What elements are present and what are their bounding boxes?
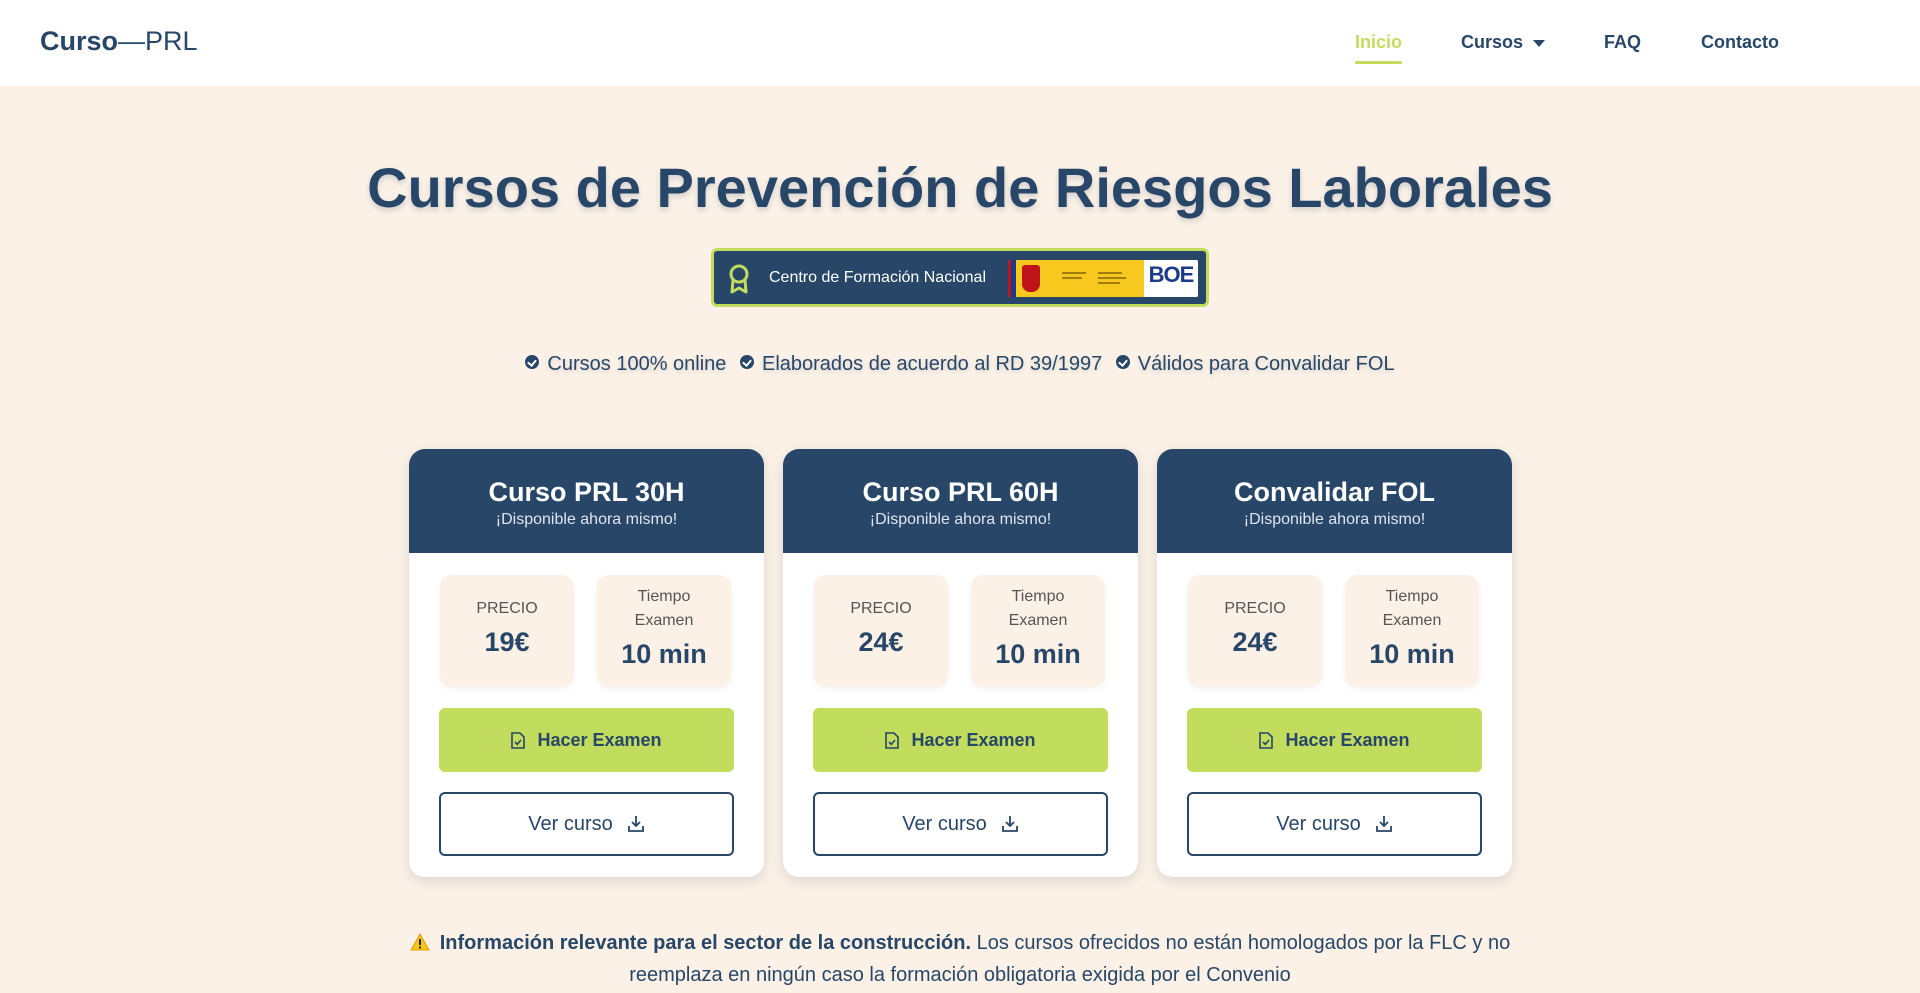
nav-item-faq[interactable]: FAQ (1604, 30, 1641, 54)
price-label: PRECIO (1224, 600, 1286, 617)
download-icon (627, 816, 644, 832)
nav-item-inicio[interactable]: Inicio (1355, 30, 1403, 64)
price-value: 19€ (484, 627, 530, 657)
exam-time-label: Tiempo Examen (634, 588, 694, 629)
course-card-prl-30h: Curso PRL 30H ¡Disponible ahora mismo! P… (409, 449, 764, 877)
badge-text: Centro de Formación Nacional (769, 269, 986, 286)
feature-item: Elaborados de acuerdo al RD 39/1997 (739, 352, 1103, 376)
features-list: Cursos 100% online Elaborados de acuerdo… (0, 352, 1920, 376)
check-circle-icon (525, 355, 540, 369)
boe-logo: BOE (1144, 260, 1198, 297)
feature-label: Elaborados de acuerdo al RD 39/1997 (761, 353, 1103, 375)
exam-time-box: Tiempo Examen 10 min (971, 575, 1105, 687)
feature-label: Válidos para Convalidar FOL (1137, 353, 1395, 375)
view-course-label: Ver curso (528, 812, 613, 835)
file-check-icon (1259, 731, 1274, 749)
card-subtitle: ¡Disponible ahora mismo! (869, 511, 1052, 528)
view-course-button[interactable]: Ver curso (1187, 792, 1482, 856)
card-header: Convalidar FOL ¡Disponible ahora mismo! (1157, 449, 1512, 553)
take-exam-label: Hacer Examen (911, 729, 1036, 750)
feature-label: Cursos 100% online (547, 353, 727, 375)
price-value: 24€ (1232, 627, 1278, 657)
card-header: Curso PRL 30H ¡Disponible ahora mismo! (409, 449, 764, 553)
file-check-icon (885, 731, 900, 749)
price-value: 24€ (858, 627, 904, 657)
exam-time-value: 10 min (995, 639, 1081, 669)
warning-icon (409, 930, 430, 960)
view-course-button[interactable]: Ver curso (439, 792, 734, 856)
coat-of-arms-icon (1022, 265, 1040, 292)
card-title: Curso PRL 60H (862, 477, 1059, 507)
take-exam-label: Hacer Examen (537, 729, 662, 750)
card-header: Curso PRL 60H ¡Disponible ahora mismo! (783, 449, 1138, 553)
caret-down-icon (1533, 39, 1546, 47)
nav-item-contacto[interactable]: Contacto (1701, 30, 1779, 54)
price-box: PRECIO 24€ (814, 575, 948, 687)
take-exam-button[interactable]: Hacer Examen (1187, 708, 1482, 772)
take-exam-button[interactable]: Hacer Examen (439, 708, 734, 772)
price-label: PRECIO (476, 600, 538, 617)
course-card-prl-60h: Curso PRL 60H ¡Disponible ahora mismo! P… (783, 449, 1138, 877)
nav-item-cursos[interactable]: Cursos (1461, 30, 1546, 54)
exam-time-value: 10 min (1369, 639, 1455, 669)
card-title: Convalidar FOL (1233, 477, 1436, 507)
download-icon (1375, 816, 1392, 832)
exam-time-box: Tiempo Examen 10 min (1345, 575, 1479, 687)
government-seal: BOE (1008, 260, 1198, 297)
take-exam-button[interactable]: Hacer Examen (813, 708, 1108, 772)
main-nav: Inicio Cursos FAQ Contacto (0, 30, 1920, 70)
price-box: PRECIO 24€ (1188, 575, 1322, 687)
take-exam-label: Hacer Examen (1285, 729, 1410, 750)
card-title: Curso PRL 30H (488, 477, 685, 507)
view-course-button[interactable]: Ver curso (813, 792, 1108, 856)
award-icon (728, 264, 750, 299)
site-header: Curso—PRL Inicio Cursos FAQ Contacto (0, 0, 1920, 86)
construction-notice: Información relevante para el sector de … (400, 928, 1520, 990)
view-course-label: Ver curso (1276, 812, 1361, 835)
card-subtitle: ¡Disponible ahora mismo! (1243, 511, 1426, 528)
view-course-label: Ver curso (902, 812, 987, 835)
accreditation-badge: Centro de Formación Nacional BOE (711, 248, 1209, 307)
exam-time-label: Tiempo Examen (1382, 588, 1442, 629)
course-card-convalidar-fol: Convalidar FOL ¡Disponible ahora mismo! … (1157, 449, 1512, 877)
check-circle-icon (739, 355, 754, 369)
nav-item-cursos-label: Cursos (1461, 32, 1524, 52)
price-label: PRECIO (850, 600, 912, 617)
feature-item: Cursos 100% online (525, 352, 726, 376)
exam-time-box: Tiempo Examen 10 min (597, 575, 731, 687)
price-box: PRECIO 19€ (440, 575, 574, 687)
check-circle-icon (1115, 355, 1130, 369)
exam-time-label: Tiempo Examen (1008, 588, 1068, 629)
exam-time-value: 10 min (621, 639, 707, 669)
notice-bold: Información relevante para el sector de … (439, 932, 972, 954)
page-title: Cursos de Prevención de Riesgos Laborale… (367, 156, 1553, 219)
file-check-icon (511, 731, 526, 749)
card-subtitle: ¡Disponible ahora mismo! (495, 511, 678, 528)
download-icon (1001, 816, 1018, 832)
feature-item: Válidos para Convalidar FOL (1115, 352, 1395, 376)
